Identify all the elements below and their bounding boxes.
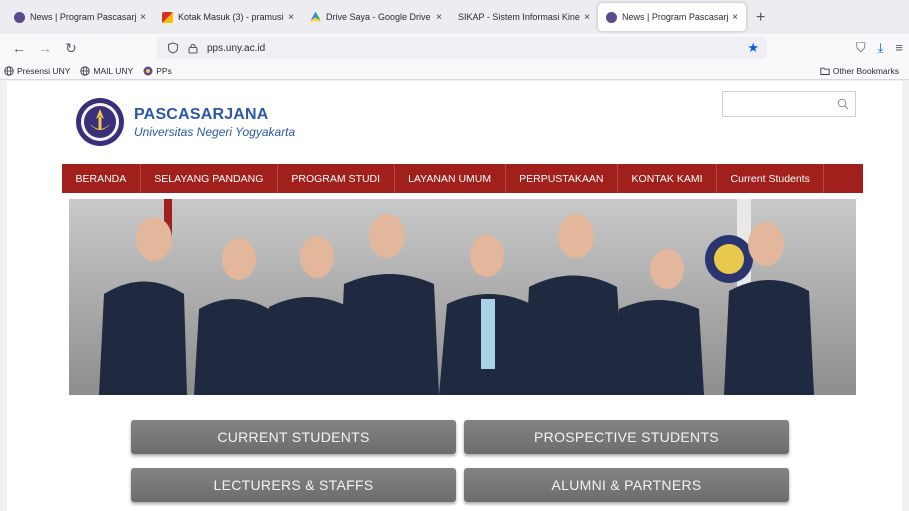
tab-title: News | Program Pascasarjana: [622, 12, 729, 22]
tab-title: Kotak Masuk (3) - pramusintapu: [178, 12, 284, 22]
bookmark-pps[interactable]: PPs: [143, 66, 172, 76]
tab-title: Drive Saya - Google Drive: [326, 12, 431, 22]
url-text: pps.uny.ac.id: [207, 42, 266, 54]
main-menu: BERANDA SELAYANG PANDANG PROGRAM STUDI L…: [62, 164, 863, 193]
close-tab-icon[interactable]: ×: [436, 12, 442, 23]
google-drive-icon: [310, 11, 321, 22]
tab-title: SIKAP - Sistem Informasi Kinerja Pe: [458, 12, 580, 22]
close-tab-icon[interactable]: ×: [584, 12, 590, 23]
menu-item-layanan-umum[interactable]: LAYANAN UMUM: [395, 164, 506, 193]
pocket-icon[interactable]: ⛉: [856, 40, 866, 56]
bookmark-presensi-uny[interactable]: Presensi UNY: [4, 66, 70, 76]
menu-item-perpustakaan[interactable]: PERPUSTAKAAN: [506, 164, 619, 193]
hero-group-photo: [69, 199, 856, 395]
tab-gmail[interactable]: Kotak Masuk (3) - pramusintapu ×: [154, 3, 302, 31]
download-icon[interactable]: ⤓: [878, 40, 884, 56]
uny-logo[interactable]: [75, 97, 125, 147]
current-students-button[interactable]: CURRENT STUDENTS: [131, 420, 456, 454]
menu-item-selayang-pandang[interactable]: SELAYANG PANDANG: [141, 164, 278, 193]
bookmark-label: MAIL UNY: [93, 65, 134, 76]
tab-news-pascasarjana-active[interactable]: News | Program Pascasarjana ×: [598, 3, 746, 31]
close-tab-icon[interactable]: ×: [288, 12, 294, 23]
lecturers-staffs-button[interactable]: LECTURERS & STAFFS: [131, 468, 456, 502]
address-bar[interactable]: pps.uny.ac.id ★: [157, 37, 767, 59]
bookmark-label: Other Bookmarks: [832, 65, 899, 76]
bookmarks-bar: Presensi UNY MAIL UNY PPs Other Bookmark…: [0, 62, 909, 80]
toolbar-right: ⛉ ⤓ ≡: [856, 40, 903, 56]
back-arrow-icon[interactable]: ←: [12, 40, 26, 56]
bookmark-star-icon[interactable]: ★: [747, 40, 759, 56]
bookmark-label: Presensi UNY: [17, 65, 71, 76]
bookmark-mail-uny[interactable]: MAIL UNY: [80, 66, 133, 76]
folder-icon: [820, 67, 830, 75]
globe-icon: [4, 65, 14, 76]
site-search-input[interactable]: [722, 91, 856, 117]
tab-title: News | Program Pascasarjana: [30, 12, 137, 22]
site-brand-title[interactable]: PASCASARJANA: [134, 106, 269, 124]
menu-hamburger-icon[interactable]: ≡: [895, 40, 903, 56]
globe-icon: [80, 65, 91, 76]
new-tab-button[interactable]: +: [756, 9, 765, 27]
navigation-bar: ← → ↻ pps.uny.ac.id ★ ⛉ ⤓ ≡: [0, 34, 909, 62]
uny-favicon-icon: [14, 11, 25, 23]
menu-item-program-studi[interactable]: PROGRAM STUDI: [278, 164, 395, 193]
lock-icon[interactable]: [187, 42, 199, 54]
search-icon[interactable]: [837, 98, 849, 110]
forward-arrow-icon[interactable]: →: [38, 40, 52, 56]
other-bookmarks[interactable]: Other Bookmarks: [820, 66, 899, 76]
tab-sikap[interactable]: SIKAP - Sistem Informasi Kinerja Pe ×: [450, 3, 598, 31]
reload-icon[interactable]: ↻: [64, 40, 78, 57]
alumni-partners-button[interactable]: ALUMNI & PARTNERS: [464, 468, 789, 502]
tab-news-pascasarjana[interactable]: News | Program Pascasarjana ×: [6, 3, 154, 31]
menu-item-current-students[interactable]: Current Students: [717, 164, 825, 193]
tab-strip: News | Program Pascasarjana × Kotak Masu…: [0, 0, 909, 34]
uny-favicon-icon: [606, 11, 617, 23]
close-tab-icon[interactable]: ×: [732, 12, 738, 23]
pps-favicon-icon: [143, 66, 153, 75]
page-viewport: PASCASARJANA Universitas Negeri Yogyakar…: [7, 81, 902, 511]
gmail-icon: [162, 11, 173, 23]
prospective-students-button[interactable]: PROSPECTIVE STUDENTS: [464, 420, 789, 454]
tab-google-drive[interactable]: Drive Saya - Google Drive ×: [302, 3, 450, 31]
menu-item-kontak-kami[interactable]: KONTAK KAMI: [618, 164, 718, 193]
menu-item-beranda[interactable]: BERANDA: [62, 164, 141, 193]
shield-icon[interactable]: [167, 42, 179, 54]
site-brand-subtitle: Universitas Negeri Yogyakarta: [134, 125, 296, 139]
bookmark-label: PPs: [156, 65, 172, 76]
close-tab-icon[interactable]: ×: [140, 12, 146, 23]
